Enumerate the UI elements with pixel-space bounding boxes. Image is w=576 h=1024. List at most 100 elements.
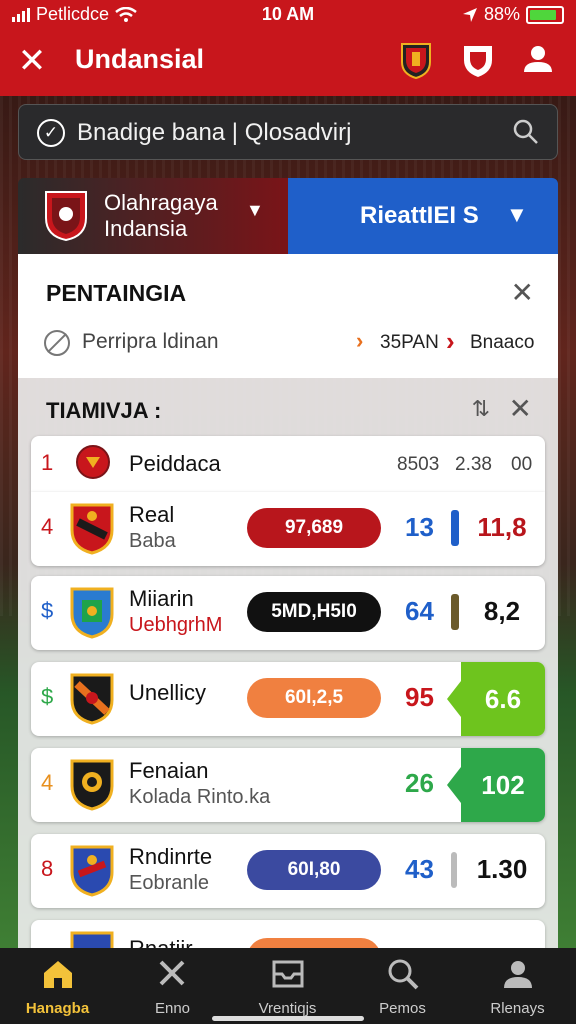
search-icon <box>388 959 418 990</box>
table-row[interactable]: 4 Real Baba 97,689 13 11,8 <box>31 492 545 566</box>
team-subtitle: Baba <box>129 530 176 552</box>
stat-value: 00 <box>511 454 533 475</box>
club-crest-icon <box>76 445 110 479</box>
score: 64 <box>405 596 434 626</box>
search-bar[interactable]: ✓ Bnadige bana | Qlosadvirj <box>18 104 558 160</box>
nav-label: Pemos <box>379 1000 426 1017</box>
points: 1.30 <box>476 854 528 884</box>
check-circle-icon: ✓ <box>37 119 65 147</box>
points: 102 <box>461 748 545 822</box>
nav-inbox[interactable]: Vrentiqjs <box>230 956 345 1017</box>
standings-title: TIAMIVJA : <box>46 398 162 423</box>
form-bar <box>451 594 459 630</box>
odds-pill[interactable]: 5MD,H5I0 <box>247 592 381 632</box>
club-crest-icon <box>70 673 114 725</box>
shield-icon[interactable] <box>458 40 498 80</box>
team-name-line1: Olahragaya <box>104 190 218 215</box>
close-icon[interactable]: ✕ <box>511 276 534 309</box>
team-subtitle: UebhgrhM <box>129 614 223 636</box>
profile-icon <box>503 961 532 988</box>
results-dropdown[interactable]: RieattIEI S ▼ <box>288 178 558 254</box>
app-header: ✕ Undansial <box>0 28 576 96</box>
club-crest-icon <box>70 587 114 639</box>
club-badge-icon[interactable] <box>396 40 436 80</box>
team-selector: Olahragaya Indansia ▼ RieattIEI S ▼ <box>18 178 558 254</box>
user-icon[interactable] <box>518 40 558 80</box>
page-title: Undansial <box>75 44 205 74</box>
notice-title: PENTAINGIA <box>46 280 187 306</box>
odds-pill[interactable]: 60I,2,5 <box>247 678 381 718</box>
rank: 4 <box>41 514 54 539</box>
close-button[interactable]: ✕ <box>14 44 50 80</box>
search-icon[interactable] <box>511 117 541 147</box>
table-row[interactable]: 8 Rndinrte Eobranle 60I,80 43 1.30 <box>31 834 545 908</box>
points: 11,8 <box>477 512 527 542</box>
home-icon <box>43 961 72 988</box>
team-name: Miiarin <box>129 586 194 611</box>
team-name: Real <box>129 502 175 527</box>
club-crest-icon <box>70 759 114 811</box>
rank: 8 <box>41 856 54 881</box>
standings-panel: TIAMIVJA : ⇅ ✕ 1 Peiddaca 8503 2.38 00 4… <box>18 378 558 960</box>
nav-label: Vrentiqjs <box>258 1000 317 1017</box>
team-name: Rndinrte <box>129 844 213 869</box>
bottom-navigation: Hanagba Enno Vrentiqjs Pemos Rlenays <box>0 948 576 1024</box>
club-crest-icon <box>70 503 114 555</box>
arrow-right-icon: › <box>446 326 455 356</box>
chevron-down-icon: ▼ <box>506 202 528 227</box>
score: 26 <box>405 768 434 798</box>
nav-home[interactable]: Hanagba <box>0 956 115 1017</box>
nav-search[interactable]: Pemos <box>345 956 460 1017</box>
rank: $ <box>41 684 54 709</box>
battery-icon <box>526 5 564 24</box>
sort-icon[interactable]: ⇅ <box>472 396 490 422</box>
nav-tools[interactable]: Enno <box>115 956 230 1017</box>
chevron-right-icon: › <box>356 328 364 353</box>
score: 95 <box>405 682 434 712</box>
table-row[interactable]: 4 Fenaian Kolada Rinto.ka 26 102 <box>31 748 545 822</box>
inbox-icon <box>272 960 303 988</box>
club-crest-icon <box>70 845 114 897</box>
chevron-down-icon: ▼ <box>246 200 264 220</box>
rank: 1 <box>41 450 54 475</box>
rank: $ <box>41 598 54 623</box>
ban-icon <box>44 330 70 356</box>
search-input[interactable]: Bnadige bana | Qlosadvirj <box>77 119 351 147</box>
nav-label: Hanagba <box>25 1000 90 1017</box>
notice-panel: PENTAINGIA ✕ Perripra ldinan › 35PAN › B… <box>18 254 558 378</box>
points: 6.6 <box>461 662 545 736</box>
team-name: Peiddaca <box>129 451 221 476</box>
nav-label: Rlenays <box>490 1000 545 1017</box>
battery-percent: 88% <box>483 4 520 24</box>
form-bar <box>451 510 459 546</box>
notice-text: Perripra ldinan <box>82 330 219 353</box>
tools-icon <box>159 960 184 986</box>
team-name: Fenaian <box>129 758 209 783</box>
team-subtitle: Eobranle <box>129 872 210 894</box>
score: 13 <box>405 512 434 542</box>
rank: 4 <box>41 770 54 795</box>
team-dropdown[interactable]: Olahragaya Indansia ▼ <box>18 178 288 254</box>
form-bar <box>451 852 457 888</box>
team-name-line2: Indansia <box>104 216 188 241</box>
battery-level <box>530 9 557 20</box>
team-subtitle: Kolada Rinto.ka <box>129 786 271 808</box>
odds-pill[interactable]: 60I,80 <box>247 850 381 890</box>
table-row[interactable]: $ Miiarin UebhgrhM 5MD,H5I0 64 8,2 <box>31 576 545 650</box>
points: 8,2 <box>483 596 521 626</box>
points-tab <box>447 681 461 717</box>
close-icon[interactable]: ✕ <box>509 392 532 425</box>
odds-pill[interactable]: 97,689 <box>247 508 381 548</box>
nav-profile[interactable]: Rlenays <box>460 956 575 1017</box>
team-crest-icon <box>45 191 87 242</box>
status-bar: Petlicdce 10 AM 88% <box>0 0 576 28</box>
location-icon <box>462 7 477 22</box>
home-indicator[interactable] <box>212 1016 364 1021</box>
points-tab <box>447 767 461 803</box>
results-label: RieattIEI S <box>360 202 479 229</box>
score: 43 <box>405 854 434 884</box>
notice-time: 35PAN <box>380 332 439 353</box>
table-header-row[interactable]: 1 Peiddaca 8503 2.38 00 <box>31 436 545 492</box>
table-row[interactable]: $ Unellicy 60I,2,5 95 6.6 <box>31 662 545 736</box>
stat-value: 8503 <box>397 454 440 475</box>
